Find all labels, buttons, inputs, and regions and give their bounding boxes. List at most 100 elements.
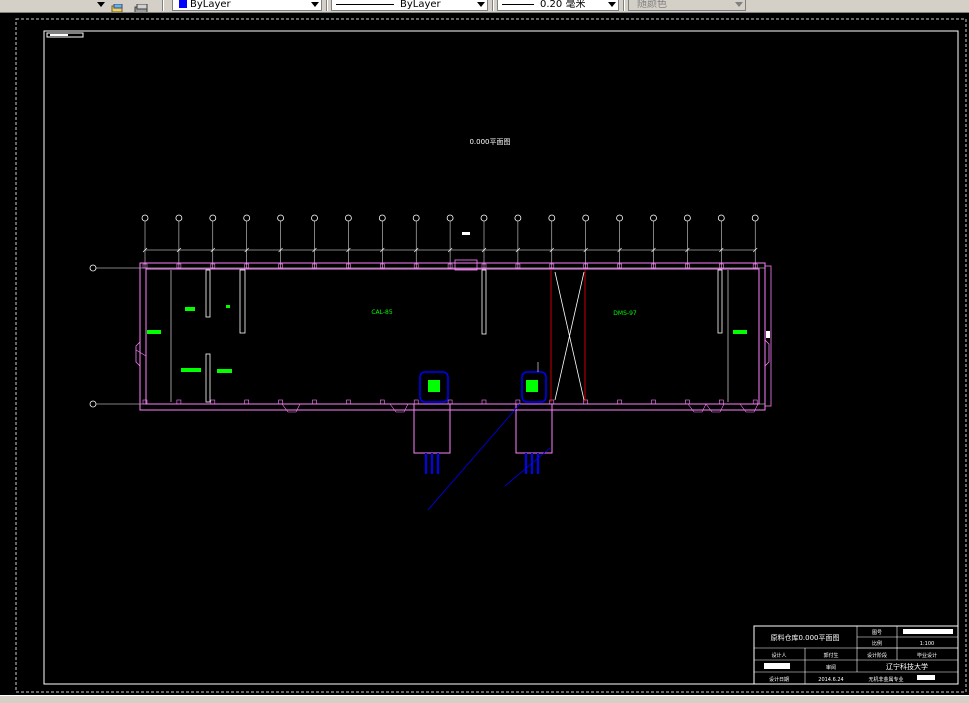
title-block-label-designer: 设计人 bbox=[771, 652, 786, 659]
layer-previous-icon[interactable] bbox=[134, 0, 150, 12]
layers-icon bbox=[111, 3, 123, 12]
chevron-down-icon bbox=[735, 2, 743, 7]
axis-bubble bbox=[412, 214, 420, 222]
column-mark bbox=[413, 399, 419, 405]
green-marker bbox=[733, 330, 747, 334]
row-axis-bubble-bottom bbox=[89, 400, 97, 408]
color-control-dropdown[interactable]: ByLayer bbox=[172, 0, 322, 11]
partition-1 bbox=[205, 269, 211, 318]
drawing-canvas[interactable]: 0.000平面图 CAL-85 DMS-97 原料仓库0.000平面图 图号 比… bbox=[0, 13, 969, 695]
axis-bubble bbox=[480, 214, 488, 222]
column-mark bbox=[617, 399, 622, 405]
column-mark bbox=[583, 399, 589, 405]
title-block-scale-value: 1:100 bbox=[920, 641, 934, 647]
linetype-control-value: ByLayer bbox=[400, 0, 441, 10]
column-mark bbox=[176, 399, 182, 405]
color-control-value: ByLayer bbox=[190, 0, 231, 10]
title-block-label-scale: 比例 bbox=[872, 640, 882, 647]
partition-2 bbox=[239, 269, 246, 334]
plotstyle-control-dropdown[interactable]: 随颜色 bbox=[628, 0, 746, 11]
column-mark bbox=[685, 399, 690, 405]
lineweight-preview-icon bbox=[502, 3, 534, 5]
column-axis-bubbles bbox=[141, 214, 759, 268]
chevron-down-icon bbox=[608, 2, 616, 7]
green-marker bbox=[147, 330, 161, 334]
green-marker bbox=[185, 307, 195, 311]
inner-wall bbox=[145, 268, 760, 405]
axis-bubble bbox=[548, 214, 556, 222]
column-mark bbox=[651, 399, 656, 405]
title-block-designer-name: 郭付生 bbox=[823, 652, 838, 659]
axis-bubble bbox=[311, 214, 318, 222]
bottom-wall-detail bbox=[389, 403, 409, 413]
axis-bubble bbox=[209, 214, 217, 222]
axis-bubble bbox=[344, 214, 352, 222]
bottom-wall-detail bbox=[705, 403, 725, 413]
column-mark bbox=[312, 399, 317, 405]
plotstyle-control-value: 随颜色 bbox=[637, 0, 667, 10]
column-mark bbox=[210, 399, 216, 405]
chevron-down-icon bbox=[311, 2, 319, 7]
left-door-swing bbox=[135, 349, 147, 357]
axis-bubble bbox=[141, 214, 149, 222]
chevron-down-icon bbox=[97, 2, 105, 7]
bottom-wall-detail bbox=[281, 403, 301, 413]
equipment-unit-right bbox=[515, 362, 553, 474]
title-block-label-stage: 设计阶段 bbox=[867, 652, 887, 659]
green-marker bbox=[181, 368, 201, 372]
column-mark bbox=[718, 399, 724, 405]
title-block-date-value: 2014.6.24 bbox=[818, 677, 843, 683]
title-block-major: 无机非金属专业 bbox=[868, 676, 903, 683]
top-opening-mark bbox=[462, 232, 470, 235]
properties-toolbar: ByLayer ByLayer 0.20 毫米 随颜色 bbox=[0, 0, 969, 13]
toolbar-separator bbox=[326, 0, 328, 11]
row-axis-bubble-top bbox=[89, 264, 97, 272]
axis-bubble bbox=[582, 214, 590, 222]
layer-state-icon[interactable] bbox=[110, 0, 126, 12]
column-mark bbox=[447, 399, 453, 405]
title-block-stage-value: 毕业设计 bbox=[917, 652, 937, 659]
bottom-wall-detail bbox=[739, 403, 759, 413]
leader-line bbox=[504, 447, 551, 487]
model-space-drawing[interactable]: 0.000平面图 CAL-85 DMS-97 原料仓库0.000平面图 图号 比… bbox=[0, 13, 969, 695]
drawing-frame bbox=[43, 30, 959, 685]
axis-bubble bbox=[717, 214, 725, 222]
title-block-school: 辽宁科技大学 bbox=[886, 662, 928, 671]
color-swatch-icon bbox=[179, 0, 187, 8]
axis-bubble bbox=[684, 214, 691, 222]
partition-4 bbox=[481, 269, 487, 335]
layer-dropdown[interactable] bbox=[0, 0, 108, 11]
column-mark bbox=[752, 399, 758, 405]
bottom-wall-detail bbox=[687, 403, 707, 413]
title-block-label-date: 设计日期 bbox=[769, 676, 789, 683]
room-label-left: CAL-85 bbox=[371, 309, 393, 316]
chevron-down-icon bbox=[477, 2, 485, 7]
column-mark bbox=[379, 399, 385, 405]
axis-bubble bbox=[446, 214, 454, 222]
plan-title: 0.000平面图 bbox=[469, 138, 510, 146]
axis-bubble bbox=[175, 214, 183, 222]
left-door bbox=[135, 341, 141, 367]
leader-line bbox=[427, 403, 521, 511]
wall-columns bbox=[142, 263, 758, 405]
column-mark bbox=[278, 399, 283, 405]
toolbar-separator bbox=[623, 0, 625, 11]
column-mark bbox=[515, 399, 521, 405]
axis-bubble bbox=[650, 214, 657, 222]
column-mark bbox=[244, 399, 249, 405]
toolbar-separator bbox=[492, 0, 494, 11]
lineweight-control-dropdown[interactable]: 0.20 毫米 bbox=[497, 0, 619, 11]
linetype-preview-icon bbox=[336, 3, 394, 5]
green-marker bbox=[226, 305, 230, 308]
title-block-drawing-name: 原料仓库0.000平面图 bbox=[770, 633, 839, 642]
axis-bubble bbox=[378, 214, 386, 222]
axis-bubble bbox=[616, 214, 623, 222]
room-label-right: DMS-97 bbox=[613, 310, 637, 317]
outer-wall bbox=[139, 262, 766, 411]
frame-corner-fill bbox=[50, 34, 68, 36]
axis-bubble bbox=[751, 214, 759, 222]
paper-boundary bbox=[15, 18, 967, 693]
toolbar-separator bbox=[162, 0, 164, 11]
partition-5 bbox=[717, 269, 723, 334]
linetype-control-dropdown[interactable]: ByLayer bbox=[331, 0, 488, 11]
